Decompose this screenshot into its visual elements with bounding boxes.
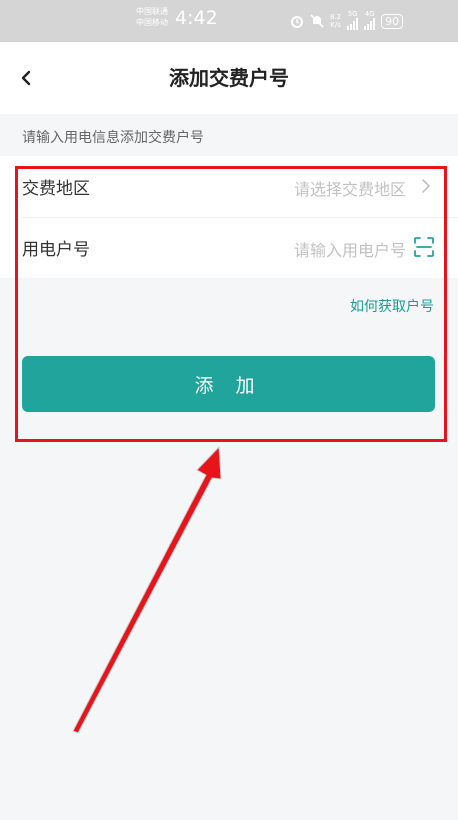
add-button[interactable]: 添 加 [22,356,435,412]
signal-icon [347,18,359,30]
carrier-names: 中国联通 中国移动 [136,6,168,28]
speed-unit: K/s [330,21,341,29]
hint-text: 请输入用电信息添加交费户号 [22,130,204,146]
account-field[interactable]: 用电户号 请输入用电户号 [0,217,458,278]
help-link[interactable]: 如何获取户号 [350,296,434,316]
signal-icon-secondary [364,18,376,30]
account-input[interactable]: 请输入用电户号 [294,237,406,261]
hint-row: 请输入用电信息添加交费户号 [0,114,458,156]
carrier-2: 中国移动 [136,18,168,27]
account-label: 用电户号 [22,240,90,260]
network-speed: 8.2 K/s [330,13,341,29]
speed-value: 8.2 [330,13,342,21]
status-indicators: 8.2 K/s 5G 4G 90 [290,10,404,32]
status-time: 4:42 [175,7,218,29]
region-selector[interactable]: 交费地区 请选择交费地区 [0,156,458,217]
battery-icon: 90 [381,13,404,29]
network-4g-label: 4G [364,10,375,18]
form-card: 交费地区 请选择交费地区 用电户号 请输入用电户号 [0,156,458,278]
region-placeholder: 请选择交费地区 [293,180,406,199]
screen: 中国联通 中国移动 4:42 8.2 K/s 5G 4G 90 添加交费户号 请… [0,0,458,820]
scan-icon[interactable] [413,236,435,258]
network-4g: 4G [364,10,376,32]
network-5g: 5G [347,10,359,32]
page-title: 添加交费户号 [169,66,289,90]
nav-bar: 添加交费户号 [0,42,458,114]
chevron-right-icon [422,179,430,193]
network-5g-label: 5G [347,10,358,18]
status-bar: 中国联通 中国移动 4:42 8.2 K/s 5G 4G 90 [0,0,458,42]
region-label: 交费地区 [22,179,90,199]
carrier-1: 中国联通 [136,7,168,16]
alarm-icon [291,16,303,28]
mute-icon [310,14,324,28]
